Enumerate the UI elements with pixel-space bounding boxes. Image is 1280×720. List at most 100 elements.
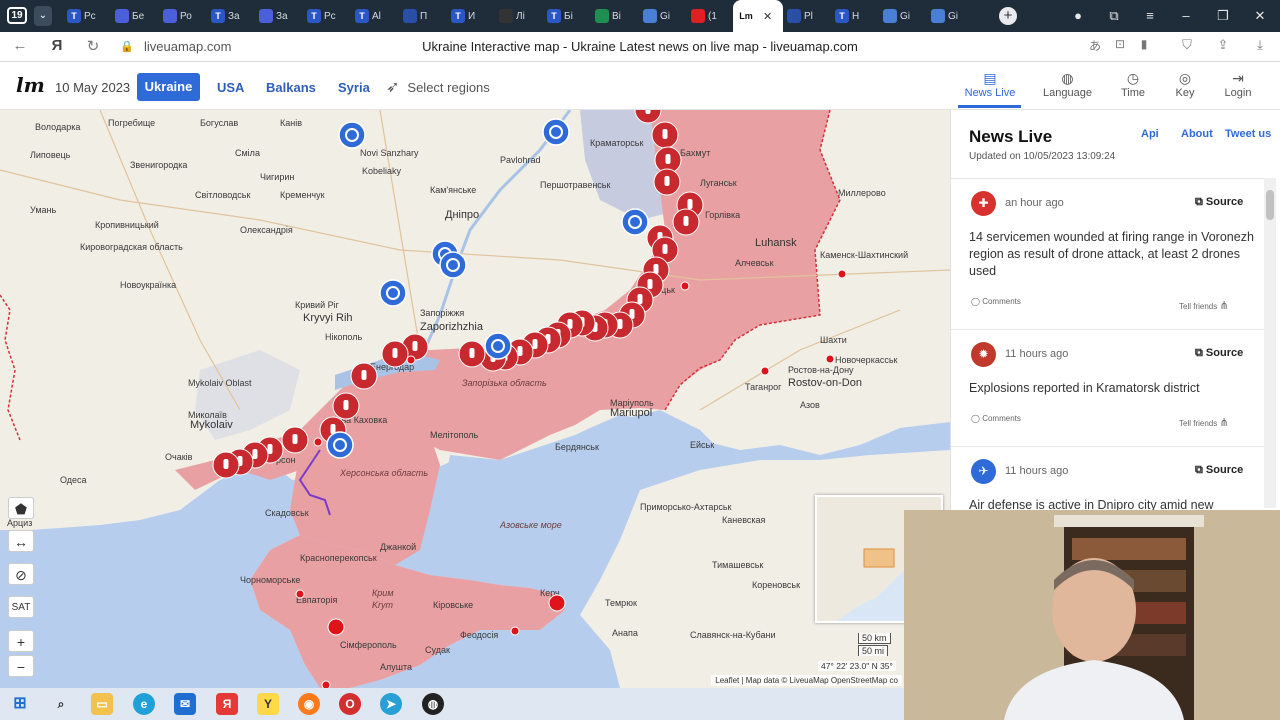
select-regions-button[interactable]: ➶ Select regions (386, 77, 490, 97)
browser-tab[interactable]: Lm ✕ (733, 0, 783, 32)
close-tab-icon[interactable]: ✕ (763, 10, 772, 23)
browser-tab[interactable]: TИ (445, 4, 489, 28)
explosion-marker-icon[interactable] (672, 208, 700, 236)
browser-tab[interactable]: T Рс (61, 4, 105, 28)
incident-dot[interactable] (825, 354, 835, 364)
region-balkans-link[interactable]: Balkans (266, 80, 316, 95)
event-markers[interactable] (0, 110, 950, 688)
comments-link[interactable]: ◯ Comments (971, 297, 1021, 306)
profile-icon[interactable]: ● (1068, 8, 1088, 23)
browser-tab[interactable]: Ві (589, 4, 633, 28)
map-attribution[interactable]: Leaflet | Map data © LiveuaMap OpenStree… (711, 675, 902, 686)
collections-icon[interactable]: ⧉ (1104, 8, 1124, 24)
zoom-in-button[interactable]: + (8, 630, 34, 652)
browser-tab[interactable]: T Рс (301, 4, 345, 28)
region-syria-link[interactable]: Syria (338, 80, 370, 95)
air-defense-marker-icon[interactable] (326, 431, 354, 459)
incident-dot[interactable] (680, 281, 690, 291)
news-text[interactable]: Explosions reported in Kramatorsk distri… (969, 380, 1259, 397)
search-icon[interactable]: ⌕ (50, 693, 72, 715)
bookmark-icon[interactable]: ▮ (1134, 37, 1154, 51)
file-explorer-icon[interactable]: ▭ (91, 693, 113, 715)
browser-tab[interactable]: Gi (877, 4, 921, 28)
browser-tab[interactable]: T Бі (541, 4, 585, 28)
browser-tab[interactable]: T Al (349, 4, 393, 28)
incident-dot[interactable] (510, 626, 520, 636)
url-field[interactable]: liveuamap.com (144, 39, 231, 54)
source-link[interactable]: ⧉ Source (1195, 464, 1243, 477)
source-link[interactable]: ⧉ Source (1195, 347, 1243, 360)
mail-icon[interactable]: ✉ (174, 693, 196, 715)
yandex-icon[interactable]: Я (47, 37, 67, 54)
explosion-marker-icon[interactable] (332, 392, 360, 420)
browser-tab[interactable]: Бе (109, 4, 153, 28)
telegram-icon[interactable]: ➤ (380, 693, 402, 715)
news-item[interactable]: ✚ an hour ago ⧉ Source 14 servicemen wou… (951, 178, 1267, 328)
tab-news-live[interactable]: ▤ News Live (960, 69, 1020, 99)
comments-link[interactable]: ◯ Comments (971, 414, 1021, 423)
zoom-out-button[interactable]: − (8, 655, 34, 677)
measure-button[interactable]: ↔ (8, 530, 34, 552)
tell-friends-link[interactable]: Tell friends ⋔ (1179, 299, 1229, 312)
browser-tab[interactable]: Gi (925, 4, 969, 28)
map-date[interactable]: 10 May 2023 (55, 80, 130, 95)
explosion-marker-icon[interactable] (350, 362, 378, 390)
browser-tab[interactable]: (1 (685, 4, 729, 28)
extension-icon[interactable]: ⊡ (1110, 37, 1130, 51)
shield-icon[interactable]: ⛉ (1177, 37, 1197, 53)
news-scrollbar[interactable] (1264, 178, 1276, 508)
map-area[interactable]: Володарка Погребище Богуслав Канів Липов… (0, 110, 950, 688)
incident-dot[interactable] (327, 618, 345, 636)
news-item[interactable]: ✈ 11 hours ago ⧉ Source Air defense is a… (951, 446, 1267, 512)
yandex-app-icon[interactable]: Y (257, 693, 279, 715)
incident-dot[interactable] (837, 269, 847, 279)
browser-tab[interactable]: П (397, 4, 441, 28)
new-tab-button[interactable]: + (999, 7, 1017, 25)
explosion-marker-icon[interactable] (458, 340, 486, 368)
tab-time[interactable]: ◷ Time (1113, 69, 1153, 99)
liveuamap-logo[interactable]: lm (16, 73, 45, 97)
air-defense-marker-icon[interactable] (338, 121, 366, 149)
news-text[interactable]: 14 servicemen wounded at firing range in… (969, 229, 1259, 280)
news-item[interactable]: ✹ 11 hours ago ⧉ Source Explosions repor… (951, 329, 1267, 445)
share-icon[interactable]: ⇪ (1213, 37, 1233, 53)
obs-icon[interactable]: ◍ (422, 693, 444, 715)
explosion-marker-icon[interactable] (653, 168, 681, 196)
air-defense-marker-icon[interactable] (379, 279, 407, 307)
explosion-marker-icon[interactable] (381, 340, 409, 368)
air-defense-marker-icon[interactable] (439, 251, 467, 279)
incident-dot[interactable] (295, 589, 305, 599)
source-link[interactable]: ⧉ Source (1195, 196, 1243, 209)
tab-list-chevron-icon[interactable]: ⌄ (34, 6, 52, 26)
firefox-icon[interactable]: ◉ (298, 693, 320, 715)
region-usa-link[interactable]: USA (217, 80, 244, 95)
browser-tab[interactable]: Gi (637, 4, 681, 28)
incident-dot[interactable] (760, 366, 770, 376)
restore-icon[interactable]: ❐ (1213, 8, 1233, 24)
edge-browser-icon[interactable]: e (133, 693, 155, 715)
browser-tab[interactable]: Лі (493, 4, 537, 28)
tab-login[interactable]: ⇥ Login (1220, 69, 1256, 99)
tweet-us-link[interactable]: Tweet us (1225, 128, 1271, 140)
news-scrollbar-thumb[interactable] (1266, 190, 1274, 220)
windows-start-icon[interactable]: ⊞ (9, 693, 31, 715)
translate-icon[interactable]: あ (1085, 37, 1105, 54)
minimize-icon[interactable]: – (1176, 8, 1196, 23)
incident-dot[interactable] (313, 437, 323, 447)
explosion-marker-icon[interactable] (634, 110, 662, 124)
back-icon[interactable]: ← (10, 37, 30, 54)
tab-language[interactable]: ◍ Language (1040, 69, 1095, 99)
satellite-toggle[interactable]: SAT (8, 596, 34, 618)
about-link[interactable]: About (1181, 128, 1213, 140)
tab-key[interactable]: ◎ Key (1167, 69, 1203, 99)
air-defense-marker-icon[interactable] (621, 208, 649, 236)
browser-tab[interactable]: T За (205, 4, 249, 28)
browser-tab[interactable]: За (253, 4, 297, 28)
explosion-marker-icon[interactable] (281, 426, 309, 454)
explosion-marker-icon[interactable] (212, 451, 240, 479)
tell-friends-link[interactable]: Tell friends ⋔ (1179, 416, 1229, 429)
tab-count-badge[interactable]: 19 (7, 7, 27, 24)
draw-polygon-button[interactable]: ⬟ (8, 497, 34, 519)
incident-dot[interactable] (321, 680, 331, 688)
menu-icon[interactable]: ≡ (1140, 8, 1160, 23)
